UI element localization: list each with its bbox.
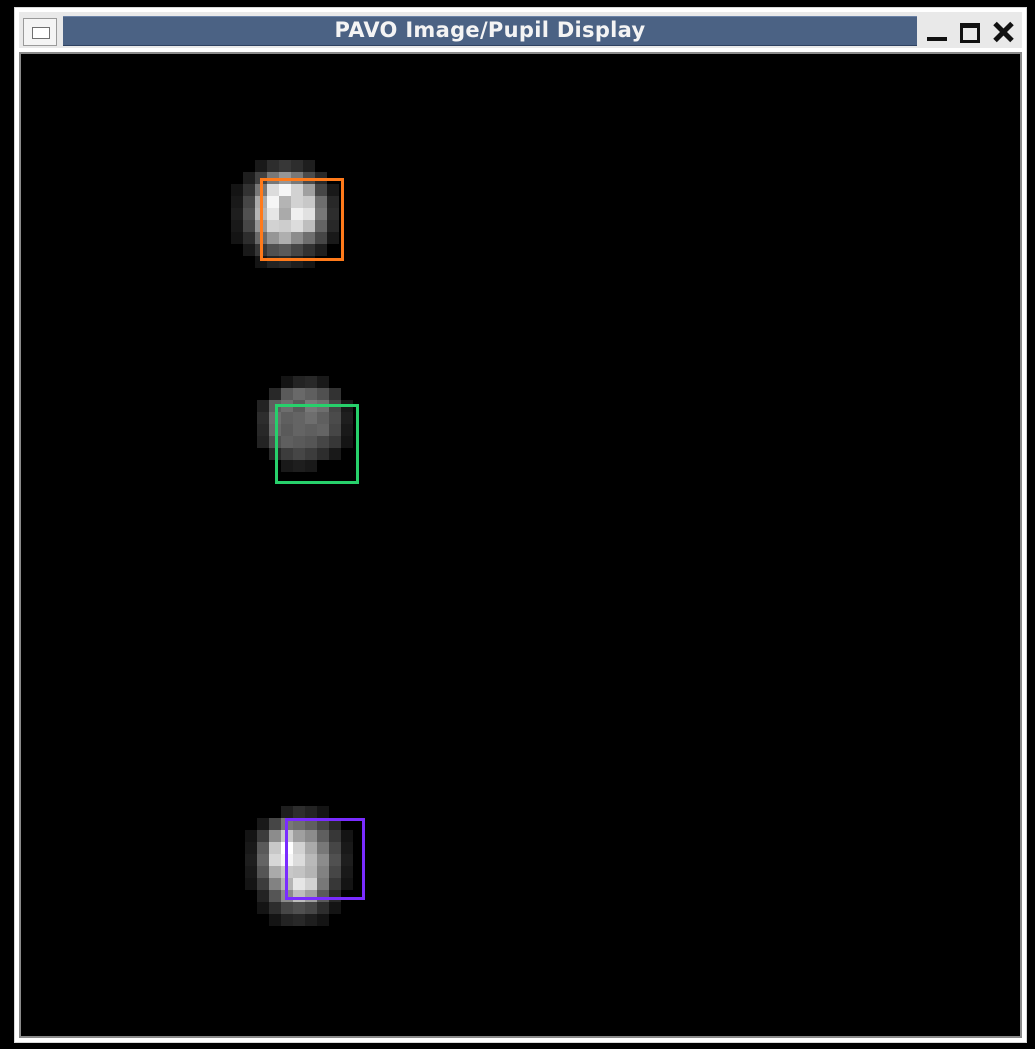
- image-pixel: [281, 376, 293, 388]
- image-pixel: [255, 160, 267, 172]
- middle-roi-box[interactable]: [275, 404, 359, 484]
- lower-roi-box[interactable]: [285, 818, 365, 900]
- window-controls: [924, 18, 1016, 46]
- image-pixel: [269, 914, 281, 926]
- image-pixel: [267, 160, 279, 172]
- image-pixel: [269, 902, 281, 914]
- image-pixel: [305, 376, 317, 388]
- image-pixel: [243, 172, 255, 184]
- image-pixel: [317, 902, 329, 914]
- image-pixel: [257, 412, 269, 424]
- image-pixel: [305, 902, 317, 914]
- image-pixel: [279, 160, 291, 172]
- image-pixel: [245, 866, 257, 878]
- image-pixel: [269, 878, 281, 890]
- image-pixel: [305, 806, 317, 818]
- image-pixel: [243, 232, 255, 244]
- title-bar[interactable]: PAVO Image/Pupil Display: [19, 12, 1022, 48]
- image-pixel: [231, 184, 243, 196]
- window-title: PAVO Image/Pupil Display: [63, 16, 917, 46]
- image-pixel: [257, 436, 269, 448]
- close-icon[interactable]: [990, 19, 1016, 45]
- image-pixel: [243, 184, 255, 196]
- image-pixel: [317, 376, 329, 388]
- image-pixel: [281, 902, 293, 914]
- image-pixel: [245, 854, 257, 866]
- image-pixel: [269, 854, 281, 866]
- image-pixel: [293, 376, 305, 388]
- image-pixel: [281, 914, 293, 926]
- maximize-icon[interactable]: [957, 19, 983, 45]
- image-pixel: [231, 232, 243, 244]
- image-pixel: [231, 208, 243, 220]
- window-menu-icon[interactable]: [23, 18, 57, 46]
- image-display-area[interactable]: [19, 52, 1022, 1038]
- image-pixel: [257, 818, 269, 830]
- image-pixel: [231, 196, 243, 208]
- image-pixel: [317, 806, 329, 818]
- image-pixel: [257, 854, 269, 866]
- image-pixel: [293, 914, 305, 926]
- image-pixel: [269, 818, 281, 830]
- upper-roi-box[interactable]: [260, 178, 344, 261]
- image-pixel: [293, 388, 305, 400]
- image-pixel: [293, 902, 305, 914]
- image-pixel: [291, 160, 303, 172]
- image-pixel: [257, 890, 269, 902]
- image-pixel: [257, 842, 269, 854]
- image-pixel: [245, 830, 257, 842]
- image-pixel: [257, 424, 269, 436]
- image-pixel: [243, 220, 255, 232]
- image-pixel: [317, 388, 329, 400]
- image-pixel: [257, 830, 269, 842]
- image-pixel: [257, 400, 269, 412]
- image-pixel: [245, 842, 257, 854]
- image-pixel: [257, 878, 269, 890]
- image-pixel: [329, 902, 341, 914]
- image-pixel: [269, 866, 281, 878]
- image-pixel: [269, 388, 281, 400]
- image-pixel: [305, 914, 317, 926]
- image-pixel: [269, 830, 281, 842]
- image-pixel: [243, 208, 255, 220]
- pavo-image-pupil-display-window: PAVO Image/Pupil Display: [14, 7, 1027, 1043]
- image-pixel: [329, 388, 341, 400]
- image-pixel: [243, 196, 255, 208]
- image-pixel: [293, 806, 305, 818]
- image-pixel: [303, 160, 315, 172]
- image-pixel: [231, 220, 243, 232]
- minimize-icon[interactable]: [924, 19, 950, 45]
- image-pixel: [243, 244, 255, 256]
- image-pixel: [257, 902, 269, 914]
- image-pixel: [317, 914, 329, 926]
- image-pixel: [245, 878, 257, 890]
- image-pixel: [269, 842, 281, 854]
- image-pixel: [281, 388, 293, 400]
- image-pixel: [305, 388, 317, 400]
- image-pixel: [281, 806, 293, 818]
- image-pixel: [257, 866, 269, 878]
- image-pixel: [269, 890, 281, 902]
